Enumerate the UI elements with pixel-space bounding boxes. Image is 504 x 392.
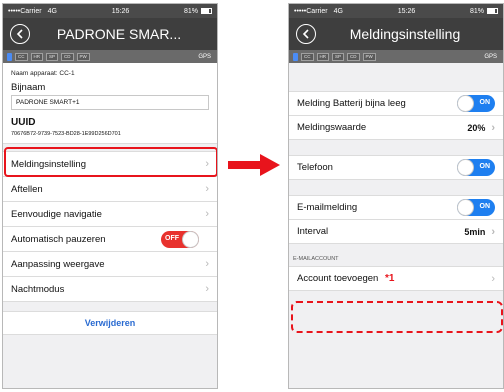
network-label: 4G	[47, 7, 57, 15]
toggle-knob	[457, 159, 474, 176]
uuid-label: UUID	[11, 117, 36, 128]
toggle-state-label: ON	[479, 203, 491, 210]
battery-percent: 81%	[183, 7, 198, 15]
menu-item-label: Eenvoudige navigatie	[11, 208, 102, 220]
sensor-status-bar: CC HR SP CD PW GPS	[3, 50, 217, 63]
sensor-chip: PW	[362, 52, 376, 61]
menu-item-aftellen[interactable]: Aftellen ›	[3, 177, 217, 202]
menu-item-label: Aftellen	[11, 183, 43, 195]
menu-item-label: Nachtmodus	[11, 283, 65, 295]
menu-item-automatisch-pauzeren: Automatisch pauzeren OFF	[3, 227, 217, 252]
menu-item-eenvoudige-navigatie[interactable]: Eenvoudige navigatie ›	[3, 202, 217, 227]
gps-indicator: GPS	[484, 53, 497, 60]
phone-label: Telefoon	[297, 162, 333, 173]
chevron-left-icon	[16, 29, 23, 39]
menu-item-label: Automatisch pauzeren	[11, 233, 106, 245]
carrier-label: •••••Carrier	[294, 7, 328, 15]
phone-row: Telefoon ON	[289, 156, 503, 180]
chevron-right-icon: ›	[205, 183, 209, 195]
notify-value: 20%	[467, 122, 486, 133]
bluetooth-icon	[7, 52, 12, 61]
toggle-state-label: ON	[479, 163, 491, 170]
status-bar: •••••Carrier 4G 15:26 81%	[289, 4, 503, 18]
toggle-knob	[457, 199, 474, 216]
notify-value-label: Meldingswaarde	[297, 122, 367, 133]
back-button[interactable]	[296, 24, 316, 44]
battery-alert-row: Melding Batterij bijna leeg ON	[289, 92, 503, 116]
navigation-bar: PADRONE SMAR...	[3, 18, 217, 50]
dashed-highlight-box	[291, 301, 503, 333]
add-account-label: Account toevoegen	[297, 273, 379, 284]
arrow-right-icon	[228, 154, 280, 176]
left-phone-screen: •••••Carrier 4G 15:26 81% PADRONE SMAR..…	[2, 3, 218, 389]
menu-item-label: Aanpassing weergave	[11, 258, 105, 270]
page-title: Meldingsinstelling	[349, 26, 461, 42]
navigation-bar: Meldingsinstelling	[289, 18, 503, 50]
nickname-label: Bijnaam	[11, 82, 46, 93]
chevron-right-icon: ›	[205, 283, 209, 295]
sensor-chip: SP	[46, 52, 59, 61]
sensor-chip: HR	[30, 52, 43, 61]
right-phone-screen: •••••Carrier 4G 15:26 81% Meldingsinstel…	[288, 3, 504, 389]
footnote-mark: *1	[384, 273, 395, 284]
uuid-value: 70676B72-9739-7523-BD28-1E99D256D701	[11, 131, 121, 137]
chevron-right-icon: ›	[205, 208, 209, 220]
carrier-label: •••••Carrier	[8, 7, 42, 15]
phone-toggle[interactable]: ON	[457, 159, 495, 176]
menu-item-aanpassing-weergave[interactable]: Aanpassing weergave ›	[3, 252, 217, 277]
battery-percent: 81%	[469, 7, 484, 15]
email-group: E-mailmelding ON Interval 5min ›	[289, 195, 503, 244]
bluetooth-icon	[293, 52, 298, 61]
email-account-section-header: E-MAILACCOUNT	[293, 256, 339, 262]
sensor-chip: CD	[61, 52, 74, 61]
interval-value: 5min	[464, 226, 486, 237]
toggle-knob	[457, 95, 474, 112]
chevron-right-icon: ›	[491, 272, 495, 285]
battery-alert-group: Melding Batterij bijna leeg ON Meldingsw…	[289, 91, 503, 140]
menu-item-nachtmodus[interactable]: Nachtmodus ›	[3, 277, 217, 302]
account-group: Account toevoegen *1 ›	[289, 266, 503, 291]
add-account-row[interactable]: Account toevoegen *1 ›	[289, 267, 503, 291]
auto-pause-toggle[interactable]: OFF	[161, 230, 199, 248]
gps-indicator: GPS	[198, 53, 211, 60]
sensor-status-bar: CC HR SP CD PW GPS	[289, 50, 503, 63]
sensor-chip: CC	[15, 52, 28, 61]
page-title: PADRONE SMAR...	[56, 26, 182, 42]
device-name-line: Naam apparaat: CC-1	[11, 70, 75, 77]
notify-value-row[interactable]: Meldingswaarde 20% ›	[289, 116, 503, 140]
sensor-chip: CD	[347, 52, 360, 61]
delete-button[interactable]: Verwijderen	[3, 311, 217, 335]
interval-label: Interval	[297, 226, 329, 237]
email-label: E-mailmelding	[297, 202, 358, 213]
battery-icon	[200, 8, 212, 14]
chevron-left-icon	[302, 29, 309, 39]
phone-group: Telefoon ON	[289, 155, 503, 180]
toggle-state-label: OFF	[165, 234, 179, 242]
battery-icon	[486, 8, 498, 14]
toggle-knob	[182, 230, 199, 248]
chevron-right-icon: ›	[205, 258, 209, 270]
email-row: E-mailmelding ON	[289, 196, 503, 220]
interval-row[interactable]: Interval 5min ›	[289, 220, 503, 244]
email-toggle[interactable]: ON	[457, 199, 495, 216]
device-info-section: Naam apparaat: CC-1 Bijnaam PADRONE SMAR…	[3, 63, 217, 144]
chevron-right-icon: ›	[491, 225, 495, 238]
nickname-field[interactable]: PADRONE SMART+1	[11, 95, 209, 110]
sensor-chip: SP	[332, 52, 345, 61]
battery-alert-toggle[interactable]: ON	[457, 95, 495, 112]
sensor-chip: CC	[301, 52, 314, 61]
network-label: 4G	[333, 7, 343, 15]
sensor-chip: PW	[76, 52, 90, 61]
back-button[interactable]	[10, 24, 30, 44]
clock: 15:26	[111, 7, 130, 15]
clock: 15:26	[397, 7, 416, 15]
status-bar: •••••Carrier 4G 15:26 81%	[3, 4, 217, 18]
toggle-state-label: ON	[479, 99, 491, 106]
highlight-box	[4, 147, 217, 177]
chevron-right-icon: ›	[491, 121, 495, 134]
battery-alert-label: Melding Batterij bijna leeg	[297, 98, 406, 109]
sensor-chip: HR	[316, 52, 329, 61]
